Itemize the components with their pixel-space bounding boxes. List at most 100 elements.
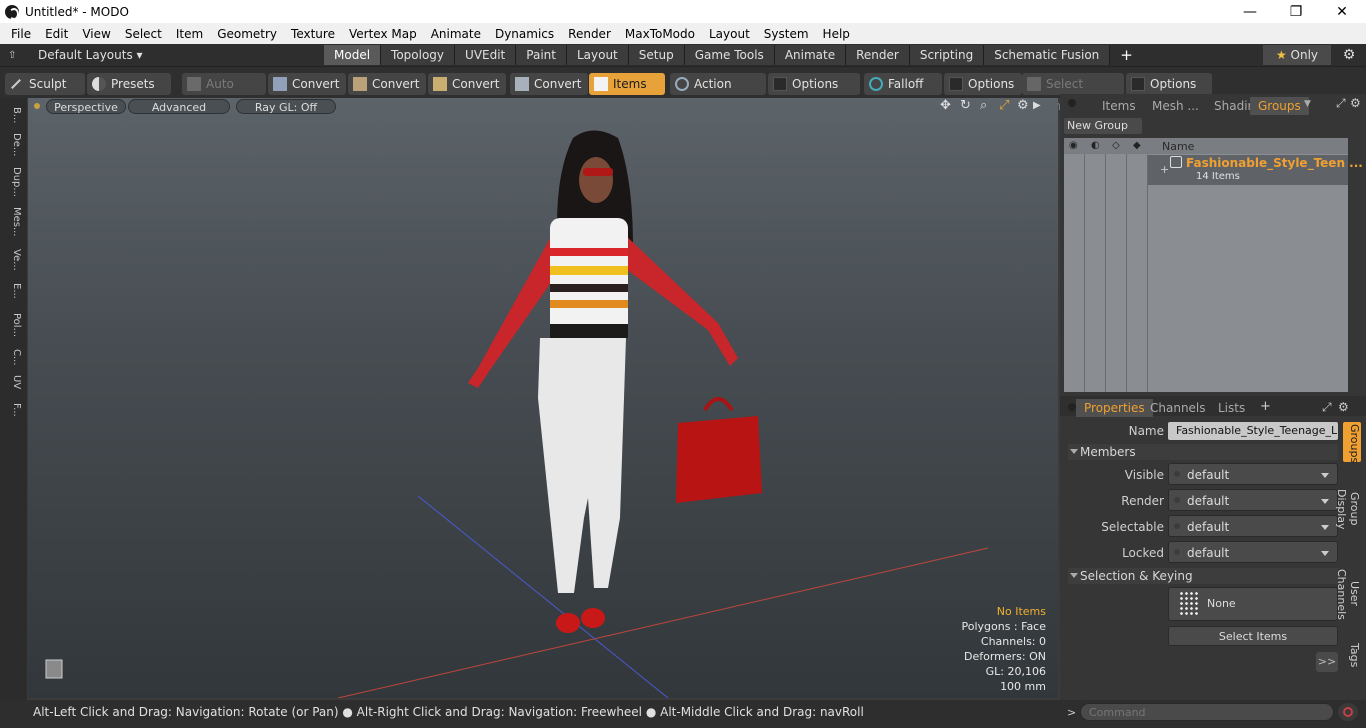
tab-mesh[interactable]: Mesh ... <box>1144 97 1207 115</box>
left-tab-dup[interactable]: Dup... <box>4 164 22 200</box>
selection-keying-section[interactable]: Selection & Keying <box>1068 568 1338 584</box>
left-tab-f[interactable]: F... <box>4 396 22 424</box>
select-through-button[interactable]: Select Through <box>1022 73 1124 113</box>
tab-animate[interactable]: Animate <box>774 45 847 65</box>
expand-panel-icon[interactable]: ⤢ <box>1322 400 1332 415</box>
menu-render[interactable]: Render <box>561 27 618 41</box>
figure-face <box>579 157 613 203</box>
convert-button-2[interactable]: Convert <box>348 73 426 95</box>
menu-texture[interactable]: Texture <box>284 27 342 41</box>
menu-animate[interactable]: Animate <box>424 27 488 41</box>
close-button[interactable]: ✕ <box>1319 0 1365 23</box>
auto-select-button[interactable]: Auto Select <box>182 73 266 113</box>
tab-game-tools[interactable]: Game Tools <box>684 45 775 65</box>
figure-right-arm <box>618 233 738 366</box>
tab-render[interactable]: Render <box>846 45 910 65</box>
left-tab-c[interactable]: C... <box>4 344 22 370</box>
menu-item[interactable]: Item <box>169 27 210 41</box>
convert-button-3[interactable]: Convert <box>428 73 506 95</box>
tab-items[interactable]: Items <box>1094 97 1144 115</box>
presets-button[interactable]: Presets F6 <box>87 73 171 113</box>
options-button-1[interactable]: Options <box>768 73 860 95</box>
left-tab-b[interactable]: B... <box>4 102 22 128</box>
render-dropdown[interactable]: default <box>1168 489 1338 511</box>
sweater-stripe <box>550 324 628 338</box>
action-center-button[interactable]: Action Center <box>670 73 766 113</box>
none-button[interactable]: None <box>1168 587 1338 621</box>
menu-geometry[interactable]: Geometry <box>210 27 284 41</box>
sculpt-button[interactable]: Sculpt <box>5 73 85 95</box>
menu-vertex-map[interactable]: Vertex Map <box>342 27 424 41</box>
tab-uvedit[interactable]: UVEdit <box>455 45 517 65</box>
expand-panel-icon[interactable]: ⤢ <box>1336 96 1346 111</box>
tab-topology[interactable]: Topology <box>381 45 456 65</box>
locked-dropdown[interactable]: default <box>1168 541 1338 563</box>
expand-icon[interactable]: + <box>1160 163 1169 176</box>
members-section[interactable]: Members <box>1068 444 1338 460</box>
options-button-3[interactable]: Options <box>1126 73 1212 95</box>
convert-button-1[interactable]: Convert <box>268 73 346 95</box>
menu-file[interactable]: File <box>4 27 38 41</box>
left-tab-ve[interactable]: Ve... <box>4 246 22 274</box>
add-layout-button[interactable]: + <box>1110 45 1143 65</box>
falloff-button[interactable]: Falloff <box>864 73 942 95</box>
select-items-button[interactable]: Select Items <box>1168 626 1338 646</box>
only-toggle[interactable]: ★ Only <box>1263 45 1331 65</box>
menu-view[interactable]: View <box>75 27 117 41</box>
tab-scripting[interactable]: Scripting <box>909 45 985 65</box>
panel-dot-icon <box>1068 99 1076 107</box>
maximize-button[interactable]: ❐ <box>1273 0 1319 23</box>
menu-help[interactable]: Help <box>816 27 857 41</box>
add-tab-button[interactable]: + <box>1260 399 1271 414</box>
more-button[interactable]: >> <box>1316 652 1338 672</box>
tab-layout[interactable]: Layout <box>566 45 629 65</box>
x-axis-line <box>337 547 989 698</box>
left-tab-de[interactable]: De... <box>4 130 22 160</box>
tab-groups[interactable]: Groups <box>1250 97 1309 115</box>
group-row[interactable]: + Fashionable_Style_Teen ... 14 Items <box>1148 155 1363 185</box>
scene-canvas <box>45 130 989 698</box>
left-tab-mes[interactable]: Mes... <box>4 204 22 240</box>
panel-gear-icon[interactable]: ⚙ <box>1338 400 1349 414</box>
selectable-dropdown[interactable]: default <box>1168 515 1338 537</box>
left-tab-uv[interactable]: UV <box>4 372 22 392</box>
3d-viewport[interactable]: Perspective Advanced Ray GL: Off ✥ ↻ ⌕ ⤢… <box>28 98 1058 698</box>
convert-button-4[interactable]: Convert <box>510 73 588 95</box>
col-divider <box>1105 154 1106 392</box>
tab-schematic-fusion[interactable]: Schematic Fusion <box>984 45 1111 65</box>
visible-dropdown[interactable]: default <box>1168 463 1338 485</box>
tab-dropdown-icon[interactable]: ▼ <box>1304 99 1311 109</box>
record-button[interactable] <box>1338 703 1358 721</box>
left-tab-e[interactable]: E... <box>4 278 22 304</box>
bag-handle <box>703 397 734 412</box>
brush-icon <box>11 79 21 89</box>
z-axis-line <box>417 495 669 698</box>
tab-setup[interactable]: Setup <box>628 45 685 65</box>
command-input[interactable] <box>1080 703 1334 721</box>
tab-channels[interactable]: Channels <box>1142 399 1214 417</box>
default-layouts-dropdown[interactable]: Default Layouts ▾ <box>24 48 324 62</box>
minimize-button[interactable]: — <box>1227 0 1273 23</box>
group-icon <box>1170 156 1182 168</box>
tab-paint[interactable]: Paint <box>516 45 567 65</box>
layout-arrows-icon[interactable]: ⇧ <box>8 50 24 61</box>
menu-system[interactable]: System <box>757 27 816 41</box>
menu-maxtomodo[interactable]: MaxToModo <box>618 27 702 41</box>
gear-icon[interactable]: ⚙ <box>1338 45 1360 65</box>
left-tab-pol[interactable]: Pol... <box>4 308 22 342</box>
items-button[interactable]: Items <box>589 73 665 95</box>
side-tab-tags[interactable]: Tags <box>1343 642 1361 668</box>
panel-gear-icon[interactable]: ⚙ <box>1350 96 1361 110</box>
side-tab-groups[interactable]: Groups <box>1343 424 1361 463</box>
new-group-button[interactable]: New Group <box>1064 118 1142 134</box>
tab-model[interactable]: Model <box>324 45 382 65</box>
menu-layout[interactable]: Layout <box>702 27 757 41</box>
menu-edit[interactable]: Edit <box>38 27 75 41</box>
options-button-2[interactable]: Options <box>944 73 1022 95</box>
menu-dynamics[interactable]: Dynamics <box>488 27 561 41</box>
side-tab-user-channels[interactable]: User Channels <box>1335 556 1361 632</box>
side-tab-group-display[interactable]: Group Display <box>1335 474 1361 544</box>
name-field[interactable]: Fashionable_Style_Teenage_Ligh <box>1168 422 1338 440</box>
tab-lists[interactable]: Lists <box>1210 399 1253 417</box>
menu-select[interactable]: Select <box>118 27 169 41</box>
